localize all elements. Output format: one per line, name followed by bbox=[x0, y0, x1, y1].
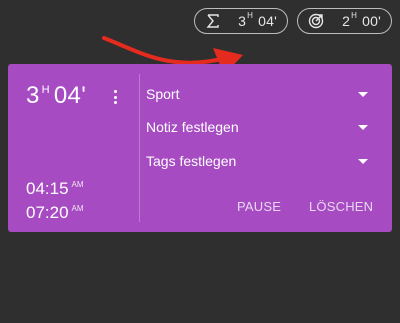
chevron-down-icon bbox=[358, 158, 368, 164]
pause-button[interactable]: PAUSE bbox=[237, 199, 281, 214]
note-label: Notiz festlegen bbox=[146, 119, 239, 135]
category-label: Sport bbox=[146, 86, 180, 102]
category-dropdown[interactable]: Sport bbox=[146, 84, 368, 104]
more-options-icon[interactable] bbox=[113, 90, 117, 104]
tags-dropdown[interactable]: Tags festlegen bbox=[146, 151, 368, 171]
note-dropdown[interactable]: Notiz festlegen bbox=[146, 117, 368, 137]
entry-hours: 3 bbox=[26, 82, 40, 109]
vertical-divider bbox=[139, 74, 140, 222]
chevron-down-icon bbox=[358, 91, 368, 97]
time-entry-card: 3 H 04' 04:15 AM 07:20 AM Sport Notiz festle… bbox=[8, 64, 392, 232]
time-summary: 3 H 04' 04:15 AM 07:20 AM bbox=[8, 64, 140, 232]
entry-hour-unit: H bbox=[41, 84, 50, 96]
end-time[interactable]: 07:20 AM bbox=[26, 202, 84, 226]
tags-label: Tags festlegen bbox=[146, 153, 237, 169]
start-time[interactable]: 04:15 AM bbox=[26, 178, 84, 202]
delete-button[interactable]: LÖSCHEN bbox=[309, 199, 373, 214]
entry-minutes: 04' bbox=[53, 82, 87, 109]
chevron-down-icon bbox=[358, 124, 368, 130]
entry-duration: 3 H 04' bbox=[26, 82, 86, 110]
start-end-times: 04:15 AM 07:20 AM bbox=[26, 178, 84, 226]
